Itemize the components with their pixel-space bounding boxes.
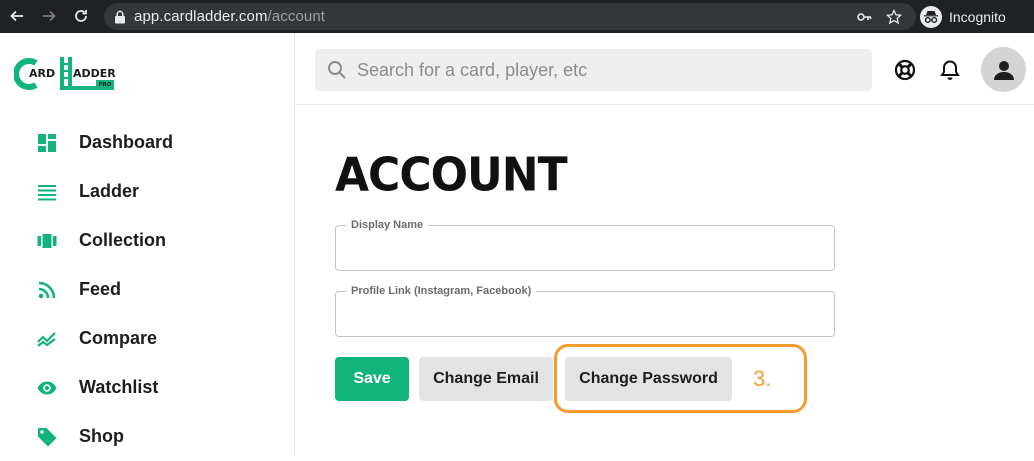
reload-icon xyxy=(75,10,87,22)
collection-icon xyxy=(36,230,58,252)
bell-icon xyxy=(940,60,960,80)
url-text: app.cardladder.com/account xyxy=(134,8,325,25)
incognito-icon xyxy=(920,5,942,28)
address-bar-actions xyxy=(856,9,902,25)
sidebar-item-label: Watchlist xyxy=(79,377,159,397)
help-button[interactable] xyxy=(893,58,917,82)
sidebar-item-shop[interactable]: Shop xyxy=(0,412,294,461)
svg-text:ARD: ARD xyxy=(29,67,55,80)
sidebar-nav: Dashboard Ladder Collection Feed Compare xyxy=(0,118,294,461)
sidebar-item-dashboard[interactable]: Dashboard xyxy=(0,118,294,167)
star-icon[interactable] xyxy=(886,9,902,25)
dashboard-icon xyxy=(36,132,58,154)
profile-link-input[interactable] xyxy=(336,292,834,336)
reload-button[interactable] xyxy=(70,5,92,27)
top-header xyxy=(295,33,1034,105)
step-number-label: 3. xyxy=(753,366,772,391)
logo-icon: ARD ADDER PRO xyxy=(13,57,116,90)
avatar[interactable] xyxy=(981,47,1026,92)
tag-icon xyxy=(36,426,58,448)
list-icon xyxy=(36,181,58,203)
display-name-label: Display Name xyxy=(346,218,429,232)
main-content: ACCOUNT Display Name Profile Link (Insta… xyxy=(295,106,1034,455)
rss-icon xyxy=(36,279,58,301)
key-icon[interactable] xyxy=(856,9,872,25)
incognito-indicator[interactable]: Incognito xyxy=(920,3,1006,30)
notifications-button[interactable] xyxy=(938,58,962,82)
profile-link-label: Profile Link (Instagram, Facebook) xyxy=(346,284,537,298)
sidebar-item-collection[interactable]: Collection xyxy=(0,216,294,265)
sidebar-item-label: Ladder xyxy=(79,181,140,201)
sidebar-item-feed[interactable]: Feed xyxy=(0,265,294,314)
arrow-right-icon xyxy=(43,10,56,22)
search-input[interactable] xyxy=(357,59,857,81)
svg-text:ADDER: ADDER xyxy=(73,67,116,80)
back-button[interactable] xyxy=(6,5,28,27)
page-title: ACCOUNT xyxy=(335,148,568,203)
cardladder-logo[interactable]: ARD ADDER PRO xyxy=(13,55,118,95)
arrow-left-icon xyxy=(10,10,23,22)
search-bar[interactable] xyxy=(315,49,872,91)
sidebar: ARD ADDER PRO Dashboard Ladder Collectio… xyxy=(0,33,295,455)
svg-text:PRO: PRO xyxy=(99,82,112,88)
change-email-button[interactable]: Change Email xyxy=(419,357,553,401)
url-host: app.cardladder.com xyxy=(134,8,268,25)
sidebar-item-label: Feed xyxy=(79,279,122,299)
lifebuoy-icon xyxy=(894,59,916,81)
profile-link-field[interactable]: Profile Link (Instagram, Facebook) xyxy=(335,284,835,337)
sidebar-item-watchlist[interactable]: Watchlist xyxy=(0,363,294,412)
trend-icon xyxy=(36,328,58,350)
sidebar-item-label: Dashboard xyxy=(79,132,174,152)
lock-icon xyxy=(115,10,125,23)
save-button[interactable]: Save xyxy=(335,357,409,401)
sidebar-item-label: Collection xyxy=(79,230,167,250)
display-name-field[interactable]: Display Name xyxy=(335,218,835,271)
display-name-input[interactable] xyxy=(336,226,834,270)
address-bar[interactable]: app.cardladder.com/account xyxy=(104,3,916,30)
user-icon xyxy=(993,60,1014,80)
eye-icon xyxy=(36,377,58,399)
search-icon xyxy=(328,61,346,79)
sidebar-item-compare[interactable]: Compare xyxy=(0,314,294,363)
forward-button[interactable] xyxy=(38,5,60,27)
sidebar-item-label: Compare xyxy=(79,328,158,348)
url-path: /account xyxy=(267,8,326,25)
sidebar-item-ladder[interactable]: Ladder xyxy=(0,167,294,216)
browser-toolbar: app.cardladder.com/account Incognito xyxy=(0,0,1034,33)
incognito-label: Incognito xyxy=(949,8,1006,25)
sidebar-item-label: Shop xyxy=(79,426,124,446)
